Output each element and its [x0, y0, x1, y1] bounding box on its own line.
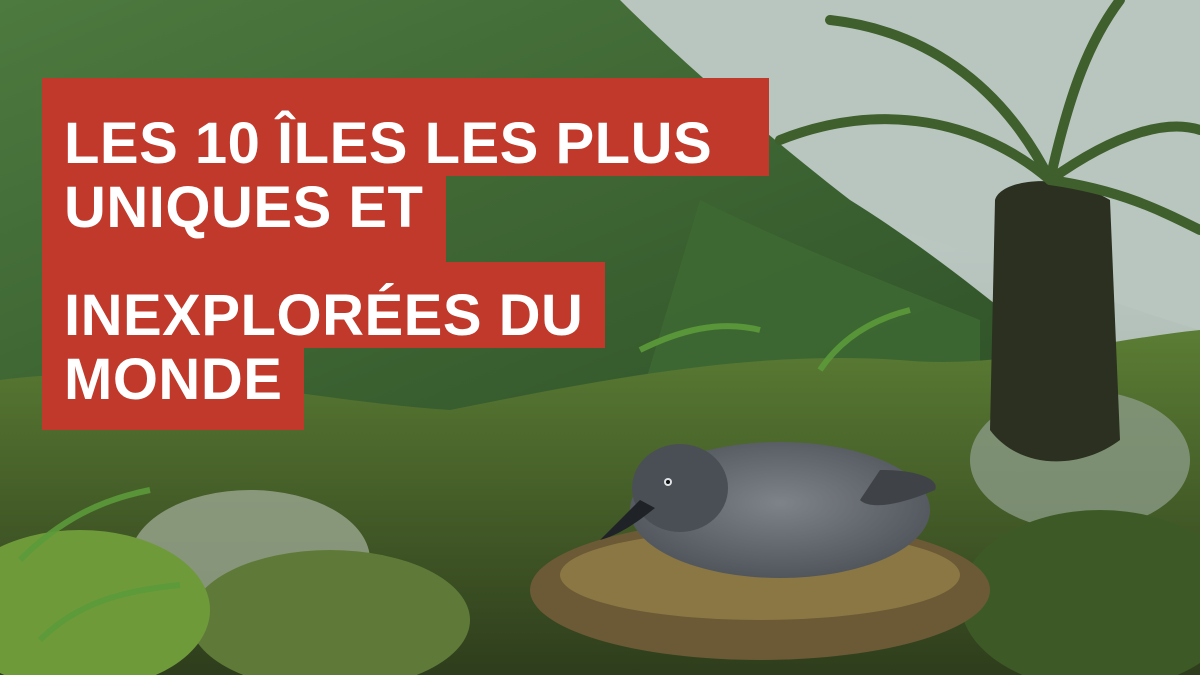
- title-line-1: LES 10 ÎLES LES PLUS: [42, 78, 769, 176]
- title-line-3: INEXPLORÉES DU: [42, 262, 606, 348]
- title-line-4: MONDE: [42, 348, 305, 430]
- title-line-2: UNIQUES ET: [42, 176, 446, 262]
- thumbnail: LES 10 ÎLES LES PLUS UNIQUES ET INEXPLOR…: [0, 0, 1200, 675]
- video-title: LES 10 ÎLES LES PLUS UNIQUES ET INEXPLOR…: [42, 78, 769, 430]
